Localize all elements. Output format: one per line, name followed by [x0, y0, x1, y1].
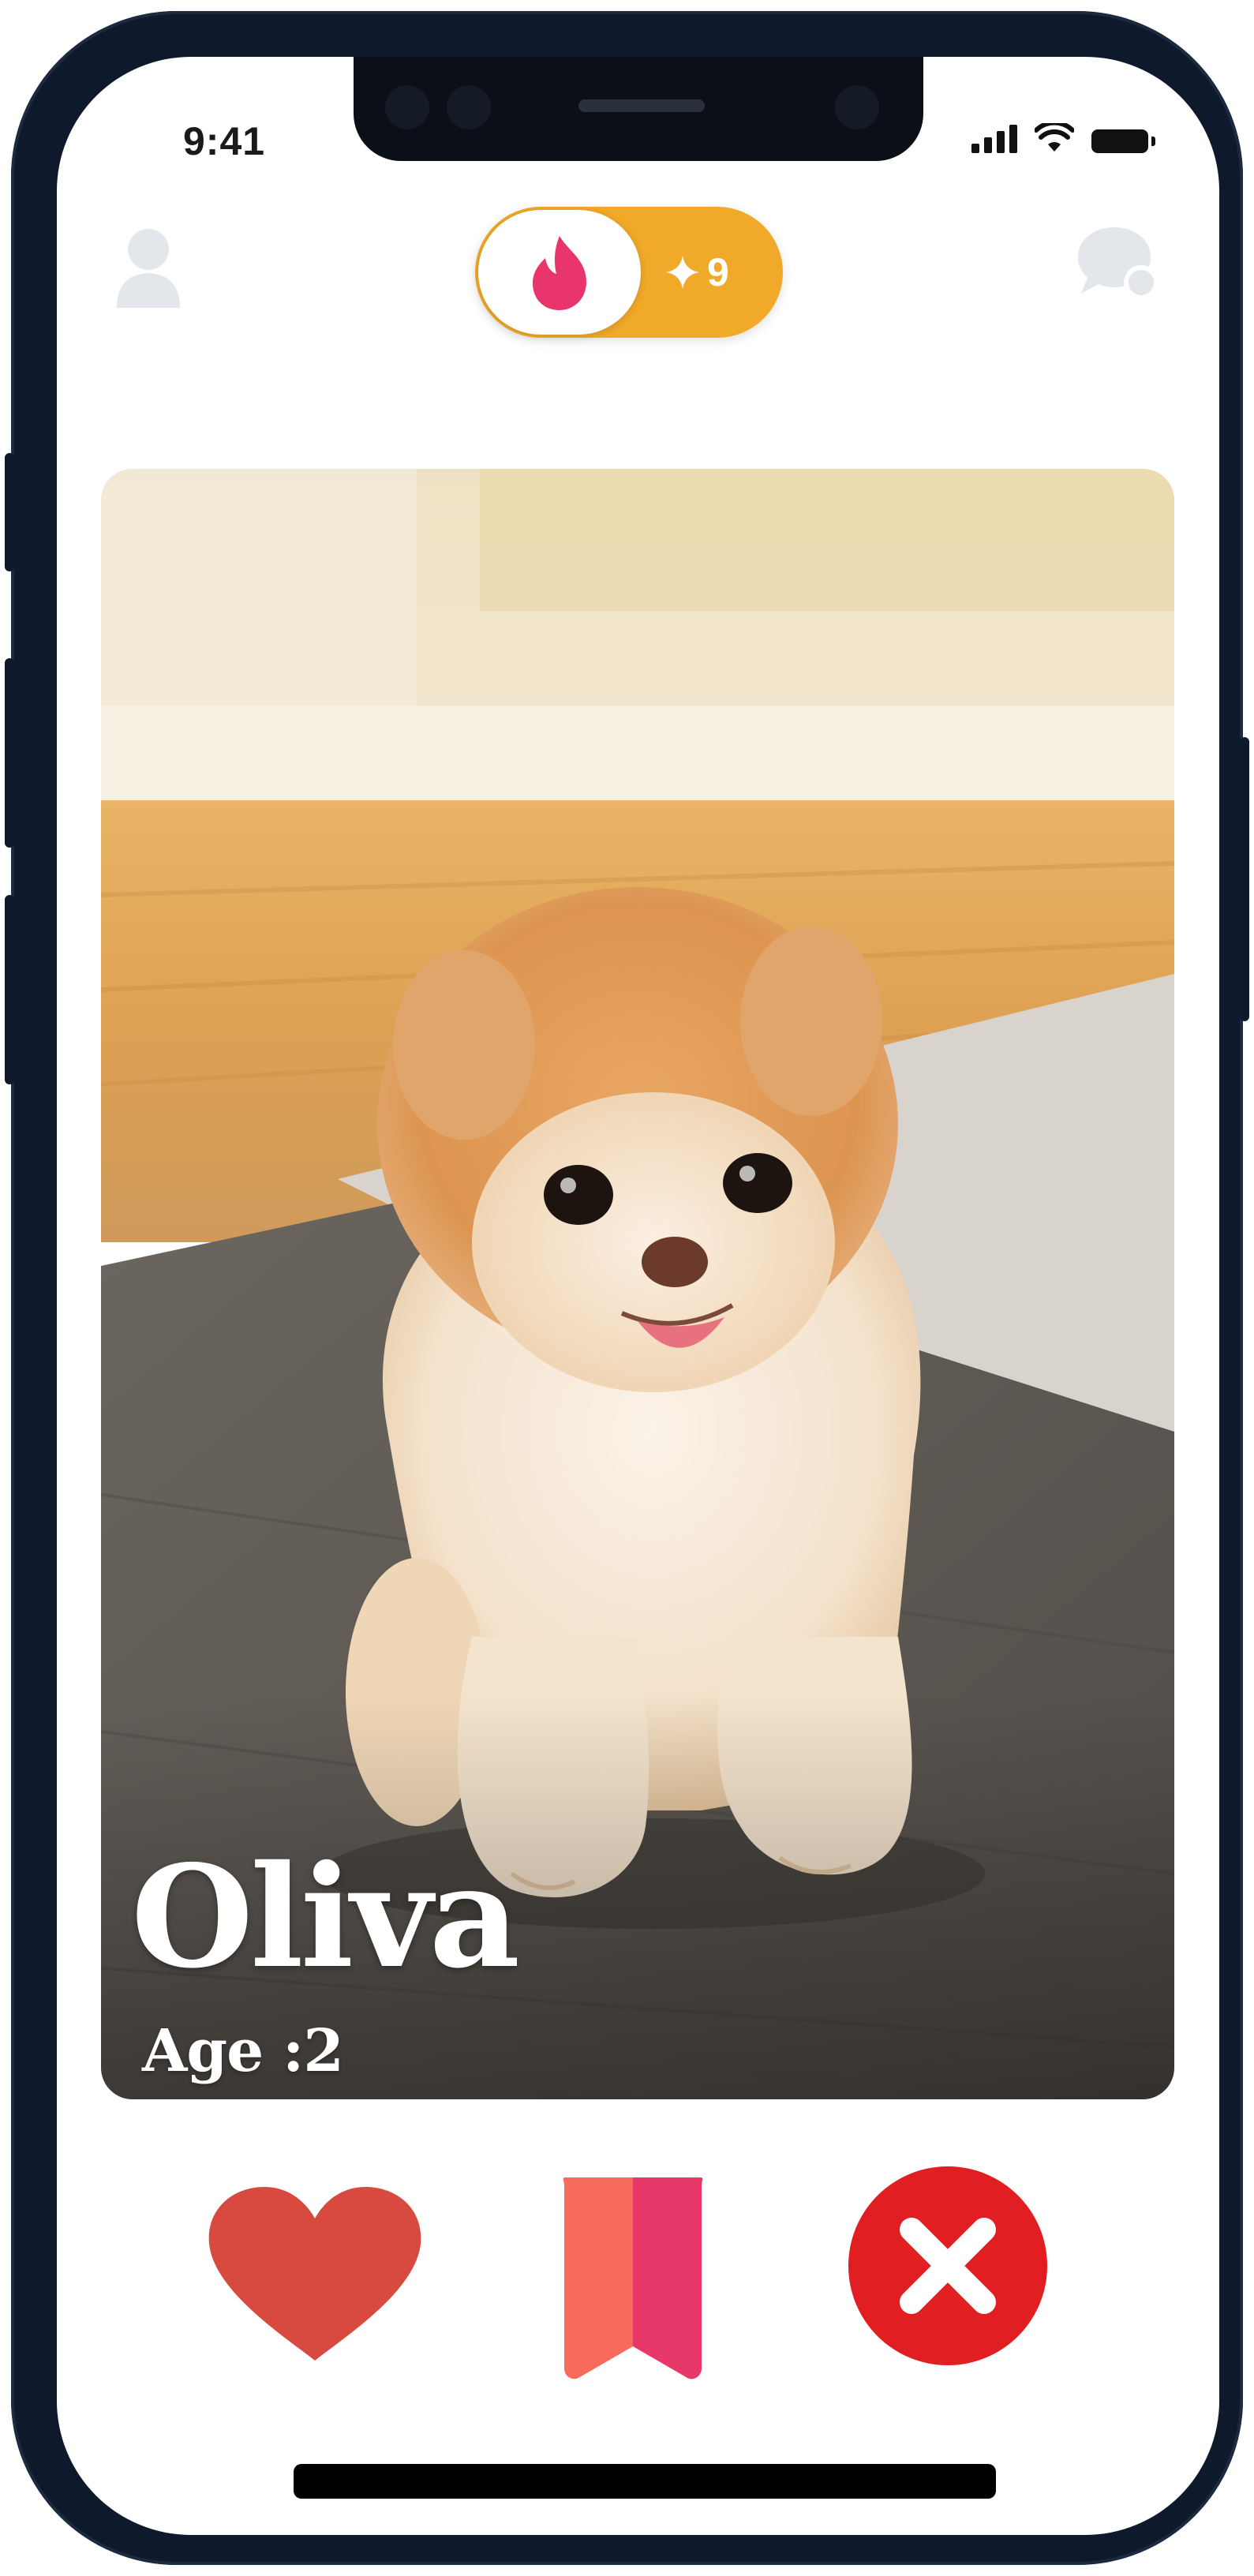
notch [354, 57, 923, 161]
proximity-sensor [835, 85, 879, 129]
phone-frame: 9:41 9 Oliva Age:2 [5, 11, 1249, 2565]
home-indicator[interactable] [294, 2464, 996, 2499]
save-button[interactable] [554, 2172, 712, 2385]
discovery-mode-toggle[interactable]: 9 [475, 207, 783, 338]
user-icon[interactable] [114, 223, 183, 311]
profile-card[interactable]: Oliva Age :2 [101, 469, 1174, 2099]
phone-side-button [5, 658, 14, 848]
dismiss-button[interactable] [844, 2162, 1051, 2369]
phone-side-button [1240, 737, 1249, 1021]
status-icons [971, 123, 1155, 153]
phone-side-button [5, 895, 14, 1084]
sparkle-count: 9 [664, 207, 729, 338]
sparkle-icon [666, 256, 699, 289]
wifi-icon [1035, 123, 1074, 152]
battery-icon [1091, 129, 1155, 153]
phone-screen: 9:41 9 Oliva Age:2 [57, 57, 1219, 2535]
like-button[interactable] [204, 2180, 426, 2369]
front-sensor [447, 85, 491, 129]
earpiece-speaker [578, 99, 705, 112]
sparkle-count-value: 9 [707, 250, 729, 294]
bookmark-icon [563, 2177, 703, 2379]
flame-icon [533, 236, 586, 310]
front-camera [385, 85, 429, 129]
phone-side-button [5, 453, 14, 571]
profile-name: Oliva [131, 1834, 520, 1999]
chat-bubbles-icon[interactable] [1075, 223, 1163, 305]
status-time: 9:41 [183, 119, 266, 163]
profile-age: Age :2 [142, 2017, 344, 2085]
toggle-knob[interactable] [478, 210, 641, 335]
signal-bars-icon [971, 125, 1017, 153]
close-icon [848, 2166, 1047, 2365]
heart-icon [208, 2187, 421, 2361]
